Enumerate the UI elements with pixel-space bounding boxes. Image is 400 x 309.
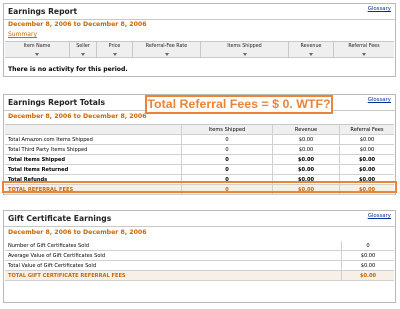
gift-certificate-header: Gift Certificate Earnings Glossary (4, 211, 395, 227)
total-referral-fees-row: TOTAL REFERRAL FEES 0 $0.00 $0.00 (5, 184, 394, 195)
annotation-callout: Total Referral Fees = $ 0. WTF? (145, 95, 333, 114)
table-row: Total Items Returned 0 $0.00 $0.00 (5, 164, 394, 175)
column-header-referral-fees: Referral Fees (339, 124, 394, 135)
sort-arrow-icon[interactable] (81, 53, 85, 56)
sort-arrow-icon[interactable] (362, 53, 366, 56)
table-row: Average Value of Gift Certificates Sold … (5, 250, 394, 261)
date-range: December 8, 2006 to December 8, 2006 (8, 21, 147, 28)
sort-arrow-icon[interactable] (112, 53, 117, 56)
table-row: Total Value of Gift Certificates Sold $0… (5, 260, 394, 271)
column-header-items-shipped: Items Shipped (181, 124, 273, 135)
glossary-link[interactable]: Glossary (368, 213, 391, 219)
totals-table: Items Shipped Revenue Referral Fees Tota… (5, 124, 394, 195)
sort-arrow-icon[interactable] (164, 53, 169, 56)
sort-arrow-icon[interactable] (35, 53, 39, 56)
column-header-item-name[interactable]: Item Name (5, 42, 70, 57)
gift-table: Number of Gift Certificates Sold 0 Avera… (5, 241, 394, 281)
no-activity-message: There is no activity for this period. (8, 66, 128, 73)
column-header-price[interactable]: Price (97, 42, 133, 57)
gift-certificate-title: Gift Certificate Earnings (8, 214, 112, 223)
table-row: Total Amazon.com Items Shipped 0 $0.00 $… (5, 134, 394, 145)
glossary-link[interactable]: Glossary (368, 97, 391, 103)
table-row: Total Third Party Items Shipped 0 $0.00 … (5, 144, 394, 155)
table-row: Total Items Shipped 0 $0.00 $0.00 (5, 154, 394, 165)
sort-arrow-icon[interactable] (242, 53, 247, 56)
column-header-revenue: Revenue (272, 124, 340, 135)
date-range: December 8, 2006 to December 8, 2006 (8, 113, 147, 120)
gift-certificate-panel: Gift Certificate Earnings Glossary Decem… (3, 210, 396, 303)
date-range: December 8, 2006 to December 8, 2006 (8, 229, 147, 236)
table-row: Total Refunds 0 $0.00 $0.00 (5, 174, 394, 185)
column-header-items-shipped[interactable]: Items Shipped (201, 42, 289, 57)
earnings-totals-title: Earnings Report Totals (8, 98, 106, 107)
totals-table-header: Items Shipped Revenue Referral Fees (5, 124, 394, 135)
earnings-report-panel: Earnings Report Glossary December 8, 200… (3, 3, 396, 77)
table-row: Number of Gift Certificates Sold 0 (5, 241, 394, 251)
column-header-revenue[interactable]: Revenue (289, 42, 334, 57)
column-header-seller[interactable]: Seller (70, 42, 97, 57)
earnings-table-header: Item Name Seller Price Referral-Fee Rate… (5, 41, 394, 58)
glossary-link[interactable]: Glossary (368, 6, 391, 12)
column-header-referral-fees[interactable]: Referral Fees (334, 42, 394, 57)
sort-arrow-icon[interactable] (309, 53, 313, 56)
earnings-report-title: Earnings Report (8, 7, 78, 16)
column-header-referral-fee-rate[interactable]: Referral-Fee Rate (133, 42, 201, 57)
summary-link[interactable]: Summary (8, 31, 37, 38)
earnings-report-header: Earnings Report Glossary (4, 4, 395, 20)
gift-total-row: TOTAL GIFT CERTIFICATE REFERRAL FEES $0.… (5, 270, 394, 281)
